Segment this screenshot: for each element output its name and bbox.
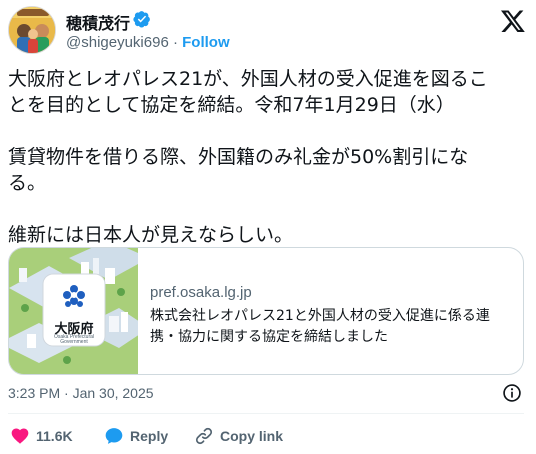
card-thumbnail: 大阪府 Osaka Prefectural Government [9, 248, 138, 374]
like-button[interactable]: 11.6K [10, 424, 73, 448]
card-domain: pref.osaka.lg.jp [150, 284, 252, 301]
tweet-text: 大阪府とレオパレス21が、外国人材の受入促進を図るこ とを目的として協定を締結。… [8, 66, 520, 248]
verified-badge-icon [133, 11, 150, 28]
reply-button[interactable]: Reply [104, 424, 168, 448]
like-count: 11.6K [36, 428, 73, 444]
copy-link-label: Copy link [220, 428, 284, 444]
tweet-header: 穂積茂行 @shigeyuki696 · Follow [8, 6, 528, 58]
handle-row: @shigeyuki696 · Follow [66, 34, 230, 51]
card-title-line: 株式会社レオパレス21と外国人材の受入促進に係る連 [150, 308, 490, 324]
author-name[interactable]: 穂積茂行 [66, 10, 130, 34]
heart-icon [11, 428, 29, 444]
copy-link-button[interactable]: Copy link [194, 424, 283, 448]
reply-label: Reply [130, 428, 169, 444]
info-icon[interactable] [502, 383, 522, 403]
author-avatar[interactable] [8, 6, 56, 54]
tweet-line: 維新には日本人が見えならしい。 [8, 224, 294, 246]
author-handle[interactable]: @shigeyuki696 [66, 34, 169, 51]
tweet-line: 大阪府とレオパレス21が、外国人材の受入促進を図るこ [8, 68, 488, 90]
tweet-actions: 11.6K Reply Copy link [8, 424, 528, 448]
card-title-line: 携・協力に関する協定を締結しました [150, 329, 388, 345]
link-preview-card[interactable]: 大阪府 Osaka Prefectural Government pref.os… [8, 247, 524, 375]
x-logo-icon[interactable] [500, 8, 526, 34]
tweet-line: 賃貸物件を借りる際、外国籍のみ礼金が50%割引にな [8, 146, 469, 168]
tweet-line: とを目的として協定を締結。令和7年1月29日（水） [8, 94, 455, 116]
separator-dot: · [172, 34, 178, 51]
tweet-timestamp[interactable]: 3:23 PM · Jan 30, 2025 [8, 385, 154, 401]
link-icon [195, 427, 213, 445]
divider [8, 413, 524, 414]
tweet-line: る。 [8, 172, 47, 194]
card-title: 株式会社レオパレス21と外国人材の受入促進に係る連 携・協力に関する協定を締結し… [150, 306, 510, 348]
follow-button[interactable]: Follow [182, 34, 230, 51]
reply-bubble-icon [105, 428, 123, 444]
card-thumb-sublabel: Government [60, 339, 88, 345]
